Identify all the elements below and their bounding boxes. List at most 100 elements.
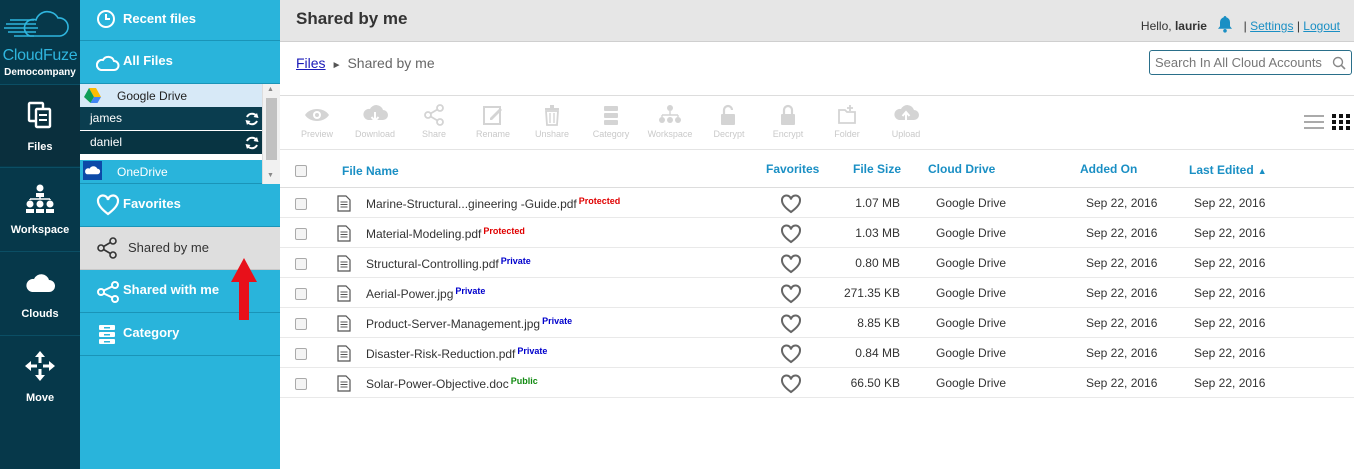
- favorite-heart-icon[interactable]: [780, 344, 802, 364]
- sidebar-item-favorites[interactable]: Favorites: [80, 184, 280, 227]
- sidebar-item-recent[interactable]: Recent files: [80, 0, 280, 41]
- list-view-icon[interactable]: [1304, 113, 1324, 131]
- column-file-size[interactable]: File Size: [853, 162, 901, 176]
- document-icon: [337, 315, 351, 332]
- row-checkbox[interactable]: [295, 198, 307, 210]
- column-last-edited[interactable]: Last Edited ▲: [1189, 163, 1267, 177]
- unshare-button[interactable]: Unshare: [527, 104, 577, 139]
- table-row[interactable]: Marine-Structural...gineering -Guide.pdf…: [280, 188, 1354, 218]
- toolbar-label: Upload: [891, 129, 921, 139]
- category-button[interactable]: Category: [586, 104, 636, 139]
- row-checkbox[interactable]: [295, 228, 307, 240]
- table-row[interactable]: Solar-Power-Objective.doc Public 66.50 KB G…: [280, 368, 1354, 398]
- drive-account-james[interactable]: james: [80, 107, 262, 130]
- rename-button[interactable]: Rename: [468, 104, 518, 139]
- column-label: Last Edited: [1189, 163, 1254, 177]
- file-size-cell: 8.85 KB: [857, 316, 900, 330]
- rail-item-files[interactable]: Files: [0, 84, 80, 166]
- rail-item-workspace[interactable]: Workspace: [0, 167, 80, 249]
- refresh-icon[interactable]: [244, 111, 260, 127]
- file-size-cell: 271.35 KB: [843, 286, 900, 300]
- lock-icon: [781, 104, 795, 125]
- select-all-checkbox[interactable]: [295, 165, 307, 177]
- column-favorites[interactable]: Favorites: [766, 162, 819, 176]
- upload-button[interactable]: Upload: [881, 104, 931, 139]
- username: laurie: [1174, 19, 1207, 33]
- workspace-button[interactable]: Workspace: [645, 104, 695, 139]
- logo[interactable]: CloudFuze Democompany: [0, 0, 80, 83]
- grid-view-icon[interactable]: [1332, 113, 1350, 131]
- files-icon: [27, 101, 52, 129]
- logout-link[interactable]: Logout: [1303, 19, 1340, 33]
- bell-icon[interactable]: [1216, 15, 1234, 33]
- file-name-cell[interactable]: Material-Modeling.pdf Protected: [366, 226, 525, 241]
- row-checkbox[interactable]: [295, 378, 307, 390]
- added-on-cell: Sep 22, 2016: [1086, 286, 1158, 300]
- toolbar-label: Encrypt: [772, 129, 804, 139]
- sidebar-item-all-files[interactable]: All Files: [80, 41, 280, 84]
- search-icon[interactable]: [1332, 56, 1346, 70]
- file-name-cell[interactable]: Marine-Structural...gineering -Guide.pdf…: [366, 196, 620, 211]
- table-row[interactable]: Product-Server-Management.jpg Private 8.85…: [280, 308, 1354, 338]
- column-added-on[interactable]: Added On: [1080, 162, 1137, 176]
- added-on-cell: Sep 22, 2016: [1086, 226, 1158, 240]
- table-row[interactable]: Disaster-Risk-Reduction.pdf Private 0.84 M…: [280, 338, 1354, 368]
- table-row[interactable]: Structural-Controlling.pdf Private 0.80 MB…: [280, 248, 1354, 278]
- drive-onedrive[interactable]: OneDrive: [80, 160, 262, 183]
- search-input[interactable]: [1155, 54, 1325, 71]
- scroll-thumb[interactable]: [266, 98, 277, 160]
- top-bar: Shared by me Hello, laurie | Settings | …: [280, 0, 1354, 42]
- drive-list-scrollbar[interactable]: ▲ ▼: [262, 84, 280, 184]
- file-name-cell[interactable]: Solar-Power-Objective.doc Public: [366, 376, 538, 391]
- share-status-badge: Private: [455, 286, 486, 296]
- last-edited-cell: Sep 22, 2016: [1194, 226, 1266, 240]
- company-name: Democompany: [4, 67, 76, 78]
- refresh-icon[interactable]: [244, 135, 260, 151]
- favorite-heart-icon[interactable]: [780, 314, 802, 334]
- scroll-down-icon[interactable]: ▼: [267, 172, 274, 179]
- favorite-heart-icon[interactable]: [780, 194, 802, 214]
- decrypt-button[interactable]: Decrypt: [704, 104, 754, 139]
- breadcrumb-root[interactable]: Files: [296, 55, 326, 71]
- file-size-cell: 66.50 KB: [850, 376, 900, 390]
- divider: [280, 95, 1354, 96]
- row-checkbox[interactable]: [295, 318, 307, 330]
- rail-item-move[interactable]: Move: [0, 335, 80, 417]
- onedrive-icon: [83, 161, 102, 180]
- preview-button[interactable]: Preview: [292, 104, 342, 139]
- file-name-cell[interactable]: Disaster-Risk-Reduction.pdf Private: [366, 346, 547, 361]
- favorite-heart-icon[interactable]: [780, 374, 802, 394]
- row-checkbox[interactable]: [295, 288, 307, 300]
- share-status-badge: Public: [510, 376, 538, 386]
- row-checkbox[interactable]: [295, 348, 307, 360]
- share-button[interactable]: Share: [409, 104, 459, 139]
- file-name: Structural-Controlling.pdf: [366, 257, 499, 271]
- encrypt-button[interactable]: Encrypt: [763, 104, 813, 139]
- file-name-cell[interactable]: Product-Server-Management.jpg Private: [366, 316, 572, 331]
- drive-account-daniel[interactable]: daniel: [80, 131, 262, 154]
- scroll-up-icon[interactable]: ▲: [267, 86, 274, 93]
- favorite-heart-icon[interactable]: [780, 224, 802, 244]
- column-cloud-drive[interactable]: Cloud Drive: [928, 162, 995, 176]
- rail-item-clouds[interactable]: Clouds: [0, 251, 80, 333]
- favorite-heart-icon[interactable]: [780, 284, 802, 304]
- favorite-heart-icon[interactable]: [780, 254, 802, 274]
- file-name-cell[interactable]: Structural-Controlling.pdf Private: [366, 256, 531, 271]
- settings-link[interactable]: Settings: [1250, 19, 1293, 33]
- file-name-cell[interactable]: Aerial-Power.jpg Private: [366, 286, 486, 301]
- table-row[interactable]: Material-Modeling.pdf Protected 1.03 MB Goo…: [280, 218, 1354, 248]
- category-icon: [99, 325, 115, 344]
- drive-google[interactable]: Google Drive: [80, 84, 262, 107]
- cloud-drive-cell: Google Drive: [936, 226, 1007, 240]
- row-checkbox[interactable]: [295, 258, 307, 270]
- download-button[interactable]: Download: [350, 104, 400, 139]
- rail-label-move: Move: [25, 392, 55, 404]
- toolbar-label: Share: [421, 129, 447, 139]
- heart-icon: [96, 194, 120, 216]
- cloud-drive-cell: Google Drive: [936, 286, 1007, 300]
- column-file-name[interactable]: File Name: [342, 164, 399, 178]
- sidebar-label-shared-with-me: Shared with me: [123, 282, 220, 297]
- file-size-cell: 1.07 MB: [855, 196, 900, 210]
- table-row[interactable]: Aerial-Power.jpg Private 271.35 KB Google D…: [280, 278, 1354, 308]
- new-folder-button[interactable]: Folder: [822, 104, 872, 139]
